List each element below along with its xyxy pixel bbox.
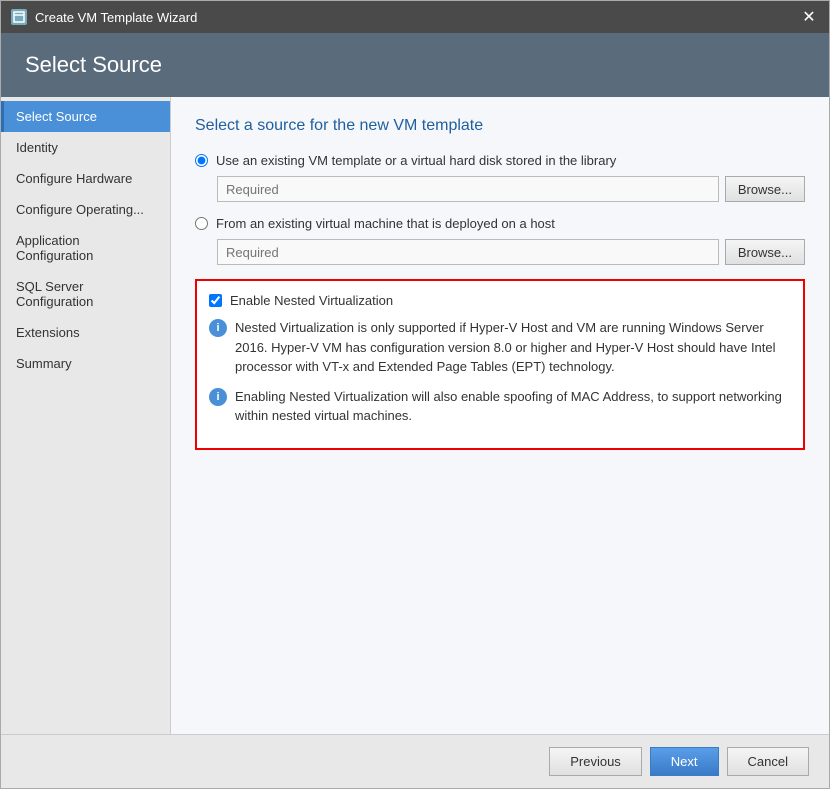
main-window: Create VM Template Wizard ✕ Select Sourc… (0, 0, 830, 789)
nested-virt-checkbox-row: Enable Nested Virtualization (209, 293, 791, 308)
info-icon-2: i (209, 388, 227, 406)
sidebar-item-application-configuration[interactable]: Application Configuration (1, 225, 170, 271)
header-bar: Select Source (1, 33, 829, 97)
option2-row: From an existing virtual machine that is… (195, 216, 805, 231)
info-text-1: Nested Virtualization is only supported … (235, 318, 791, 377)
option1-input-row: Browse... (217, 176, 805, 202)
content-title: Select a source for the new VM template (195, 117, 805, 135)
sidebar-item-summary[interactable]: Summary (1, 348, 170, 379)
sidebar-item-configure-hardware[interactable]: Configure Hardware (1, 163, 170, 194)
option1-row: Use an existing VM template or a virtual… (195, 153, 805, 168)
next-button[interactable]: Next (650, 747, 719, 776)
option1-browse-button[interactable]: Browse... (725, 176, 805, 202)
option2-label[interactable]: From an existing virtual machine that is… (216, 216, 555, 231)
info-block-1: i Nested Virtualization is only supporte… (209, 318, 791, 377)
option1-input[interactable] (217, 176, 719, 202)
option2-input[interactable] (217, 239, 719, 265)
option1-label[interactable]: Use an existing VM template or a virtual… (216, 153, 616, 168)
info-icon-1: i (209, 319, 227, 337)
nested-virt-label[interactable]: Enable Nested Virtualization (230, 293, 393, 308)
footer: Previous Next Cancel (1, 734, 829, 788)
close-button[interactable]: ✕ (799, 7, 819, 27)
sidebar: Select Source Identity Configure Hardwar… (1, 97, 171, 734)
sidebar-item-select-source[interactable]: Select Source (1, 101, 170, 132)
info-block-2: i Enabling Nested Virtualization will al… (209, 387, 791, 426)
window-title: Create VM Template Wizard (35, 10, 799, 25)
cancel-button[interactable]: Cancel (727, 747, 809, 776)
nested-virt-section: Enable Nested Virtualization i Nested Vi… (195, 279, 805, 450)
option2-input-row: Browse... (217, 239, 805, 265)
sidebar-item-sql-server-configuration[interactable]: SQL Server Configuration (1, 271, 170, 317)
page-title: Select Source (25, 52, 162, 78)
nested-virt-checkbox[interactable] (209, 294, 222, 307)
app-icon (11, 9, 27, 25)
option2-radio[interactable] (195, 217, 208, 230)
sidebar-item-configure-operating[interactable]: Configure Operating... (1, 194, 170, 225)
title-bar: Create VM Template Wizard ✕ (1, 1, 829, 33)
info-text-2: Enabling Nested Virtualization will also… (235, 387, 791, 426)
sidebar-item-extensions[interactable]: Extensions (1, 317, 170, 348)
option1-radio[interactable] (195, 154, 208, 167)
main-content: Select Source Identity Configure Hardwar… (1, 97, 829, 734)
content-area: Select a source for the new VM template … (171, 97, 829, 734)
sidebar-item-identity[interactable]: Identity (1, 132, 170, 163)
previous-button[interactable]: Previous (549, 747, 642, 776)
option2-browse-button[interactable]: Browse... (725, 239, 805, 265)
